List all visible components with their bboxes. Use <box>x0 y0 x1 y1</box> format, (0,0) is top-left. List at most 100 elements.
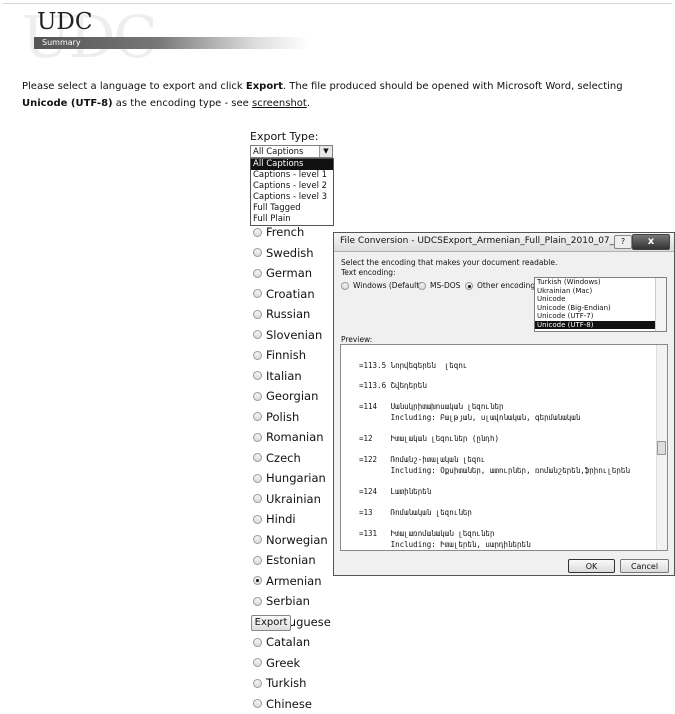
encoding-windows-option[interactable]: Windows (Default) <box>341 281 422 290</box>
language-option-turkish[interactable]: Turkish <box>253 673 331 694</box>
language-option-serbian[interactable]: Serbian <box>253 591 331 612</box>
language-option-hindi[interactable]: Hindi <box>253 509 331 530</box>
radio-icon[interactable] <box>253 310 262 319</box>
cancel-button[interactable]: Cancel <box>620 559 669 573</box>
help-icon[interactable]: ? <box>614 235 632 249</box>
encoding-item[interactable]: Ukrainian (Mac) <box>535 287 666 296</box>
language-option-slovenian[interactable]: Slovenian <box>253 325 331 346</box>
language-label: Serbian <box>266 594 310 608</box>
radio-icon[interactable] <box>253 330 262 339</box>
encoding-msdos-label: MS-DOS <box>430 281 460 290</box>
radio-icon[interactable] <box>341 282 349 290</box>
radio-icon[interactable] <box>253 289 262 298</box>
language-option-chinese[interactable]: Chinese <box>253 694 331 714</box>
encoding-msdos-option[interactable]: MS-DOS <box>418 281 460 290</box>
radio-icon[interactable] <box>253 412 262 421</box>
language-label: Norwegian <box>266 533 328 547</box>
radio-icon[interactable] <box>253 556 262 565</box>
page-header: UDC UDC Summary <box>0 0 675 60</box>
radio-icon[interactable] <box>253 494 262 503</box>
language-option-armenian[interactable]: Armenian <box>253 571 331 592</box>
language-option-georgian[interactable]: Georgian <box>253 386 331 407</box>
encoding-other-option[interactable]: Other encoding: <box>465 281 538 290</box>
screenshot-link[interactable]: screenshot <box>252 98 307 109</box>
export-button[interactable]: Export <box>251 615 291 631</box>
language-option-french[interactable]: French <box>253 222 331 243</box>
scroll-thumb[interactable] <box>657 441 666 455</box>
radio-icon[interactable] <box>253 535 262 544</box>
language-option-finnish[interactable]: Finnish <box>253 345 331 366</box>
language-option-russian[interactable]: Russian <box>253 304 331 325</box>
radio-icon[interactable] <box>253 248 262 257</box>
encoding-item-selected[interactable]: Unicode (UTF-8) <box>535 321 666 330</box>
preview-line: =122 Ռոմանշ-իտալական լեզու <box>359 455 485 464</box>
encoding-item[interactable]: Unicode (UTF-7) <box>535 312 666 321</box>
export-type-dropdown: All Captions Captions - level 1 Captions… <box>250 158 334 226</box>
language-option-norwegian[interactable]: Norwegian <box>253 530 331 551</box>
language-option-catalan[interactable]: Catalan <box>253 632 331 653</box>
radio-icon[interactable] <box>253 371 262 380</box>
language-option-estonian[interactable]: Estonian <box>253 550 331 571</box>
dialog-titlebar[interactable]: File Conversion - UDCSExport_Armenian_Fu… <box>334 233 674 252</box>
language-option-german[interactable]: German <box>253 263 331 284</box>
preview-line: Including: Օքսիտաներ, ատուրներ, ռոմանշեր… <box>359 466 630 475</box>
text-encoding-label: Text encoding: <box>341 268 396 277</box>
option-captions-level-2[interactable]: Captions - level 2 <box>251 181 333 192</box>
preview-scrollbar[interactable] <box>656 345 667 550</box>
radio-icon[interactable] <box>253 638 262 647</box>
close-icon[interactable]: x <box>632 234 670 250</box>
language-label: Czech <box>266 451 301 465</box>
option-all-captions[interactable]: All Captions <box>251 159 333 170</box>
radio-icon[interactable] <box>253 351 262 360</box>
language-label: French <box>266 225 304 239</box>
radio-icon[interactable] <box>253 228 262 237</box>
language-option-ukrainian[interactable]: Ukrainian <box>253 489 331 510</box>
radio-icon[interactable] <box>253 515 262 524</box>
encoding-item[interactable]: Unicode <box>535 295 666 304</box>
radio-icon[interactable] <box>253 269 262 278</box>
export-type-select[interactable]: All Captions ▼ <box>250 145 333 158</box>
language-option-greek[interactable]: Greek <box>253 653 331 674</box>
ok-button[interactable]: OK <box>568 559 615 573</box>
radio-icon[interactable] <box>253 699 262 708</box>
language-label: Catalan <box>266 635 310 649</box>
export-type-label: Export Type: <box>250 130 318 143</box>
radio-icon[interactable] <box>253 597 262 606</box>
option-captions-level-3[interactable]: Captions - level 3 <box>251 192 333 203</box>
radio-icon[interactable] <box>253 474 262 483</box>
chevron-down-icon[interactable]: ▼ <box>319 146 332 157</box>
radio-icon[interactable] <box>253 433 262 442</box>
export-type-value: All Captions <box>253 147 304 157</box>
radio-icon[interactable] <box>253 392 262 401</box>
intro-utf8-bold: Unicode (UTF-8) <box>22 98 113 109</box>
language-option-romanian[interactable]: Romanian <box>253 427 331 448</box>
language-option-swedish[interactable]: Swedish <box>253 243 331 264</box>
radio-icon[interactable] <box>253 453 262 462</box>
preview-line: =113.5 Նորվեգերեն լեզու <box>359 361 467 370</box>
file-conversion-dialog: File Conversion - UDCSExport_Armenian_Fu… <box>333 232 675 576</box>
radio-icon[interactable] <box>253 679 262 688</box>
preview-line: =13 Ռոմանական լեզուներ <box>359 508 472 517</box>
encoding-item[interactable]: Unicode (Big-Endian) <box>535 304 666 313</box>
radio-icon[interactable] <box>253 658 262 667</box>
encoding-item[interactable]: Turkish (Windows) <box>535 278 666 287</box>
encoding-list[interactable]: Turkish (Windows) Ukrainian (Mac) Unicod… <box>534 277 667 332</box>
radio-icon[interactable] <box>418 282 426 290</box>
option-captions-level-1[interactable]: Captions - level 1 <box>251 170 333 181</box>
language-label: Hungarian <box>266 471 326 485</box>
language-option-italian[interactable]: Italian <box>253 366 331 387</box>
preview-pane: =113.5 Նորվեգերեն լեզու =113.6 Շվեդերեն … <box>340 344 668 551</box>
option-full-tagged[interactable]: Full Tagged <box>251 203 333 214</box>
intro-text-4: . <box>307 98 310 109</box>
radio-selected-icon[interactable] <box>253 576 262 585</box>
radio-selected-icon[interactable] <box>465 282 473 290</box>
encoding-scrollbar[interactable] <box>655 278 666 331</box>
language-label: Swedish <box>266 246 314 260</box>
language-label: Croatian <box>266 287 315 301</box>
language-option-polish[interactable]: Polish <box>253 407 331 428</box>
language-option-czech[interactable]: Czech <box>253 448 331 469</box>
preview-line: =114 Սանսկրիտախոսական լեզուներ <box>359 402 504 411</box>
language-label: Romanian <box>266 430 324 444</box>
language-option-hungarian[interactable]: Hungarian <box>253 468 331 489</box>
language-option-croatian[interactable]: Croatian <box>253 284 331 305</box>
